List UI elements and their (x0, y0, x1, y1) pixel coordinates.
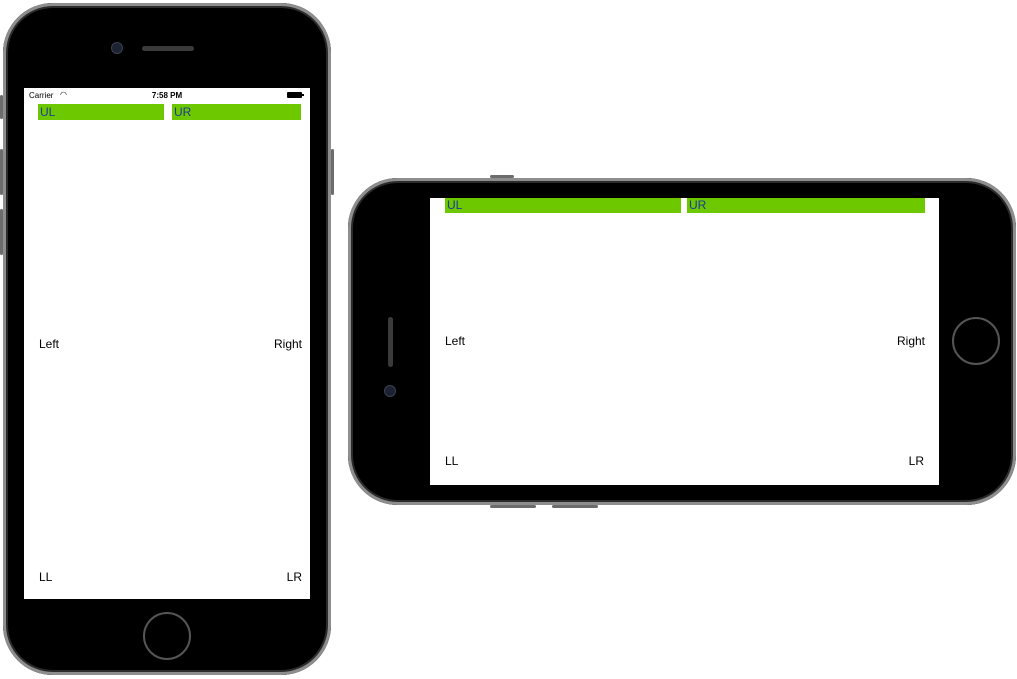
mute-switch (0, 95, 3, 119)
earpiece-speaker (142, 46, 194, 51)
lower-left-label: LL (39, 570, 53, 584)
battery-icon (287, 92, 304, 98)
landscape-device: UL UR Left Right LL LR (348, 175, 1016, 508)
home-button[interactable] (143, 612, 191, 660)
left-label: Left (39, 337, 60, 351)
power-button (490, 505, 536, 508)
front-camera (385, 386, 395, 396)
volume-up-button (552, 505, 598, 508)
lower-right-label: LR (286, 570, 302, 584)
lower-left-label: LL (445, 454, 459, 468)
right-label: Right (273, 337, 302, 351)
portrait-device: Carrier ◠ 7:58 PM UL UR Left Right LL LR (0, 3, 334, 675)
home-button[interactable] (952, 317, 1000, 365)
upper-right-label: UR (172, 104, 301, 120)
landscape-screen: UL UR Left Right LL LR (430, 198, 939, 485)
front-camera (112, 43, 122, 53)
power-button (331, 149, 334, 195)
mute-switch (490, 175, 514, 178)
right-label: Right (896, 334, 925, 348)
volume-up-button (0, 149, 3, 195)
lower-right-label: LR (908, 454, 924, 468)
left-label: Left (445, 334, 466, 348)
earpiece-speaker (388, 317, 393, 367)
upper-left-label: UL (445, 198, 681, 213)
status-bar: Carrier ◠ 7:58 PM (24, 88, 310, 102)
status-time: 7:58 PM (151, 91, 183, 100)
volume-down-button (0, 209, 3, 255)
portrait-screen: Carrier ◠ 7:58 PM UL UR Left Right LL LR (24, 88, 310, 599)
upper-left-label: UL (38, 104, 164, 120)
upper-right-label: UR (687, 198, 925, 213)
